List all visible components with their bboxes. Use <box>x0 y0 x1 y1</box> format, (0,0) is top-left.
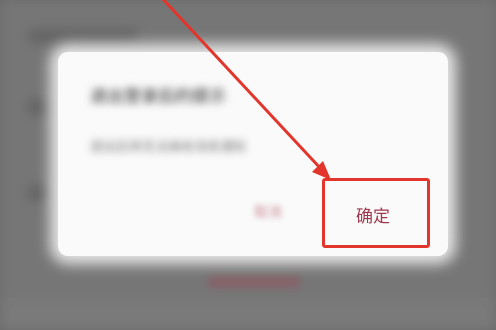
pointer-arrow-icon <box>161 0 331 180</box>
screenshot-stage: 退出登录后的提示 退出后将无法接收消息通知 取消 确定 <box>0 0 496 330</box>
